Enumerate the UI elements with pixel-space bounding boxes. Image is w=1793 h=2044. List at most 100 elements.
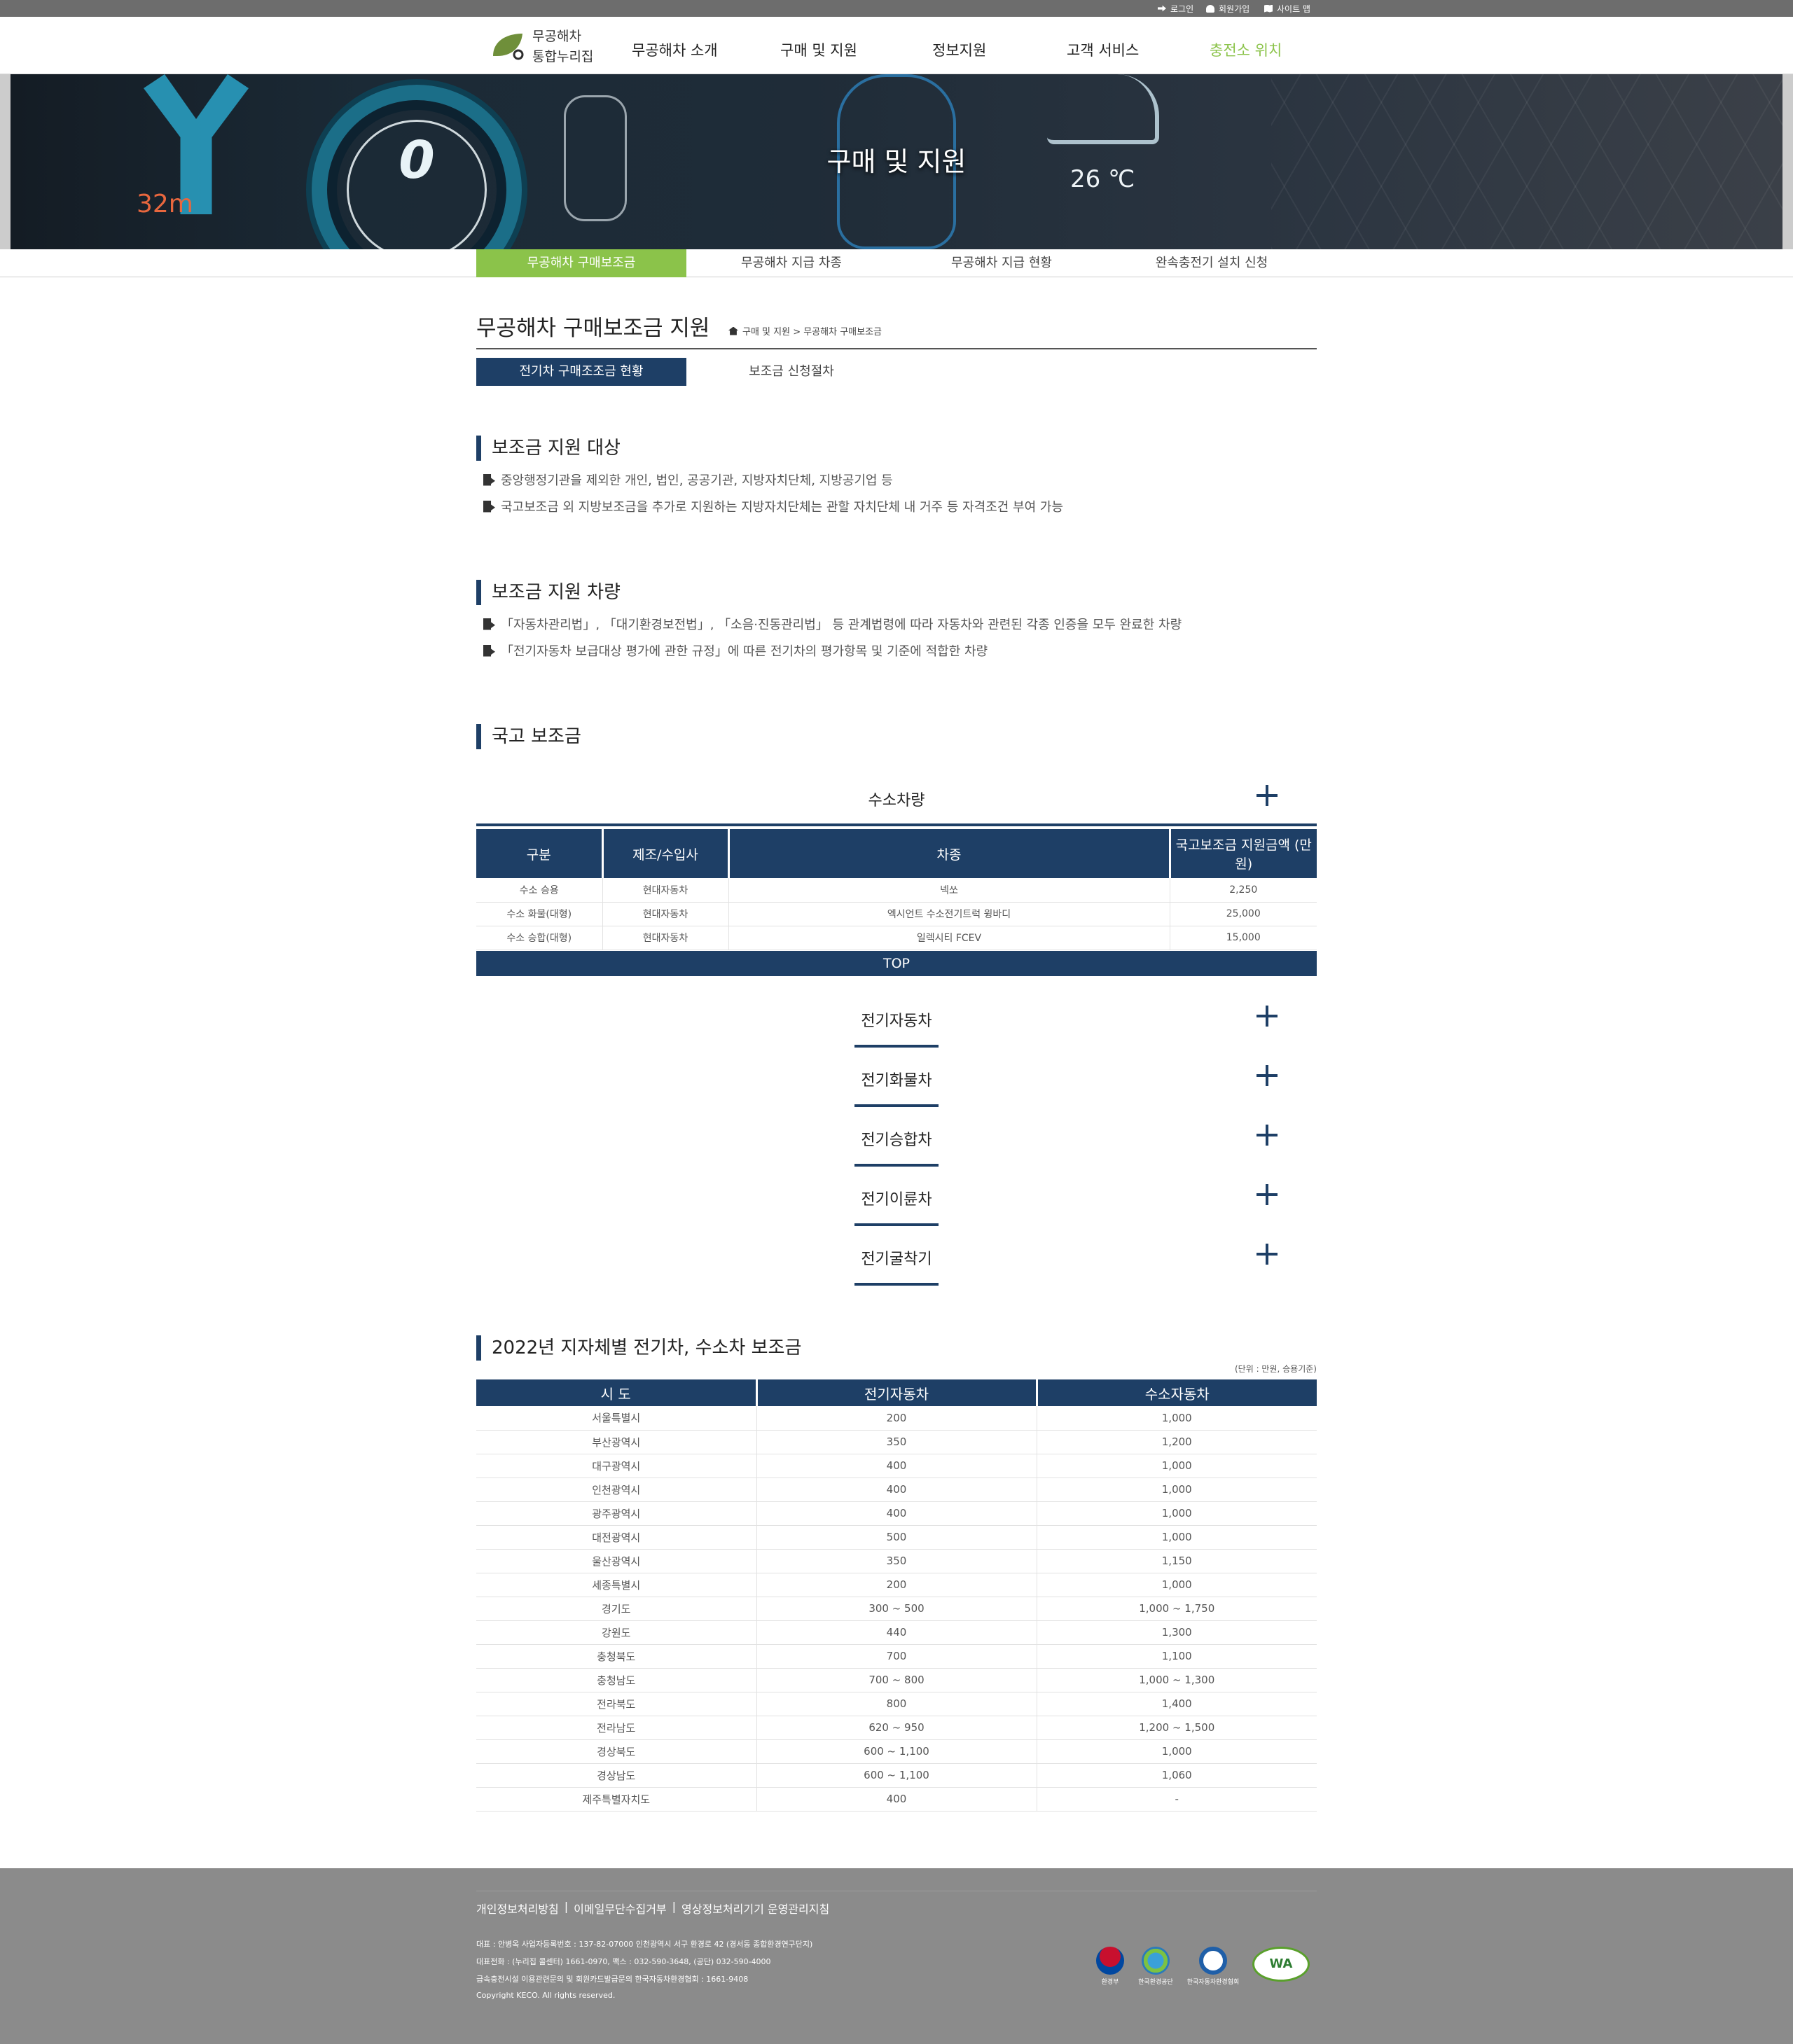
footer — [0, 1868, 1793, 2044]
user-icon — [1206, 4, 1214, 13]
table-cell: - — [1036, 1787, 1317, 1812]
table-cell: 충청북도 — [476, 1644, 756, 1669]
subnav-vehicle-types[interactable]: 무공해차 지급 차종 — [686, 249, 896, 277]
table-header: 수소자동차 — [1035, 1379, 1317, 1406]
table-row: 수소 승용 현대자동차 넥쏘 2,250 — [476, 878, 1317, 903]
keco-logo[interactable] — [1142, 1947, 1170, 1975]
table-cell: 440 — [756, 1620, 1037, 1645]
privacy-policy-link[interactable]: 개인정보처리방침 — [476, 1900, 559, 1917]
ministry-environment-logo[interactable] — [1096, 1947, 1124, 1975]
document-arrow-icon — [483, 618, 495, 630]
table-row: 대전광역시 500 1,000 — [476, 1525, 1317, 1550]
table-cell: 300 ~ 500 — [756, 1597, 1037, 1621]
table-header: 제조/수입사 — [601, 829, 728, 878]
section-title: 보조금 지원 차량 — [476, 580, 621, 605]
footer-info: 급속충전시설 이용관련문의 및 회원카드발급문의 한국자동차환경협회 : 166… — [476, 1975, 749, 1984]
unit-note: (단위 : 만원, 승용기준) — [1235, 1364, 1317, 1374]
plus-icon[interactable] — [1257, 1184, 1278, 1205]
subnav-charger-install[interactable]: 완속충전기 설치 신청 — [1107, 249, 1317, 277]
tab-subsidy-status[interactable]: 전기차 구매조조금 현황 — [476, 358, 686, 386]
login-link[interactable]: 로그인 — [1158, 2, 1193, 15]
home-icon[interactable] — [728, 326, 738, 335]
table-row: 울산광역시 350 1,150 — [476, 1549, 1317, 1573]
table-cell: 1,000 — [1036, 1478, 1317, 1502]
accordion-electric-car[interactable]: 전기자동차 — [476, 996, 1317, 1048]
email-refusal-link[interactable]: 이메일무단수집거부 — [574, 1900, 666, 1917]
accordion-electric-truck[interactable]: 전기화물차 — [476, 1055, 1317, 1107]
table-row: 수소 화물(대형) 현대자동차 엑시언트 수소전기트럭 윙바디 25,000 — [476, 902, 1317, 926]
cctv-policy-link[interactable]: 영상정보처리기기 운영관리지침 — [681, 1900, 829, 1917]
gnb-intro[interactable]: 무공해차 소개 — [632, 39, 718, 60]
table-cell: 1,000 ~ 1,750 — [1036, 1597, 1317, 1621]
table-cell: 강원도 — [476, 1620, 756, 1645]
gnb-purchase[interactable]: 구매 및 지원 — [780, 39, 857, 60]
gnb-service[interactable]: 고객 서비스 — [1067, 39, 1139, 60]
table-cell: 1,000 — [1036, 1739, 1317, 1764]
table-cell: 경기도 — [476, 1597, 756, 1621]
list-item: 「자동차관리법」, 「대기환경보전법」, 「소음·진동관리법」 등 관계법령에 … — [483, 615, 1182, 633]
list-item: 「전기자동차 보급대상 평가에 관한 규정」에 따른 전기차의 평가항목 및 기… — [483, 641, 988, 660]
map-icon — [1264, 4, 1273, 13]
table-cell: 전라북도 — [476, 1692, 756, 1716]
table-cell: 울산광역시 — [476, 1549, 756, 1573]
plus-icon[interactable] — [1257, 1006, 1278, 1027]
utility-bar — [0, 0, 1793, 17]
gnb-info[interactable]: 정보지원 — [932, 39, 986, 60]
table-row: 경상남도 600 ~ 1,100 1,060 — [476, 1763, 1317, 1788]
table-cell: 1,300 — [1036, 1620, 1317, 1645]
accordion-hydrogen[interactable]: 수소차량 — [476, 783, 1317, 829]
table-cell: 600 ~ 1,100 — [756, 1763, 1037, 1788]
plus-icon[interactable] — [1257, 1244, 1278, 1265]
table-row: 강원도 440 1,300 — [476, 1620, 1317, 1645]
list-item: 중앙행정기관을 제외한 개인, 법인, 공공기관, 지방자치단체, 지방공기업 … — [483, 471, 893, 489]
table-cell: 제주특별자치도 — [476, 1787, 756, 1812]
plus-icon[interactable] — [1257, 785, 1278, 806]
table-cell: 1,000 — [1036, 1501, 1317, 1526]
table-cell: 인천광역시 — [476, 1478, 756, 1502]
table-cell: 1,000 — [1036, 1573, 1317, 1597]
plus-icon[interactable] — [1257, 1125, 1278, 1146]
table-cell: 1,000 — [1036, 1454, 1317, 1478]
accordion-electric-two-wheeler[interactable]: 전기이륜차 — [476, 1174, 1317, 1226]
table-cell: 1,400 — [1036, 1692, 1317, 1716]
table-cell: 600 ~ 1,100 — [756, 1739, 1037, 1764]
plus-icon[interactable] — [1257, 1065, 1278, 1086]
table-header: 시 도 — [476, 1379, 756, 1406]
logo-text[interactable]: 무공해차 통합누리집 — [532, 27, 593, 67]
kaea-logo[interactable] — [1199, 1947, 1227, 1975]
table-cell: 1,100 — [1036, 1644, 1317, 1669]
table-cell: 400 — [756, 1478, 1037, 1502]
divider — [854, 1283, 939, 1286]
table-cell: 1,200 ~ 1,500 — [1036, 1716, 1317, 1740]
sitemap-link[interactable]: 사이트 맵 — [1264, 2, 1310, 15]
table-row: 전라북도 800 1,400 — [476, 1692, 1317, 1716]
table-cell: 800 — [756, 1692, 1037, 1716]
table-cell: 경상남도 — [476, 1763, 756, 1788]
table-header: 국고보조금 지원금액 (만원) — [1168, 829, 1317, 878]
login-icon — [1158, 5, 1166, 12]
table-row: 서울특별시 200 1,000 — [476, 1406, 1317, 1431]
table-header: 구분 — [476, 829, 602, 878]
top-button[interactable]: TOP — [476, 951, 1317, 976]
table-row: 경상북도 600 ~ 1,100 1,000 — [476, 1739, 1317, 1764]
table-row: 인천광역시 400 1,000 — [476, 1478, 1317, 1502]
section-title: 보조금 지원 대상 — [476, 436, 621, 461]
subnav-purchase-subsidy[interactable]: 무공해차 구매보조금 — [476, 249, 686, 277]
leaf-logo-icon[interactable] — [490, 31, 524, 60]
table-cell: 500 — [756, 1525, 1037, 1550]
table-cell: 350 — [756, 1549, 1037, 1573]
gnb-charger-location[interactable]: 충전소 위치 — [1210, 39, 1282, 60]
table-cell: 700 ~ 800 — [756, 1668, 1037, 1692]
table-row: 경기도 300 ~ 500 1,000 ~ 1,750 — [476, 1597, 1317, 1621]
web-accessibility-mark[interactable]: WA — [1252, 1947, 1310, 1982]
table-cell: 1,060 — [1036, 1763, 1317, 1788]
join-link[interactable]: 회원가입 — [1206, 2, 1249, 15]
tab-application-procedure[interactable]: 보조금 신청절차 — [686, 358, 896, 386]
accordion-electric-excavator[interactable]: 전기굴착기 — [476, 1234, 1317, 1286]
subnav-status[interactable]: 무공해차 지급 현황 — [896, 249, 1107, 277]
table-cell: 350 — [756, 1430, 1037, 1454]
regional-subsidy-table: 시 도 전기자동차 수소자동차 서울특별시 200 1,000 부산광역시 350 1,2… — [476, 1379, 1317, 1812]
table-cell: 620 ~ 950 — [756, 1716, 1037, 1740]
table-cell: 1,000 — [1036, 1525, 1317, 1550]
accordion-electric-bus[interactable]: 전기승합차 — [476, 1115, 1317, 1167]
